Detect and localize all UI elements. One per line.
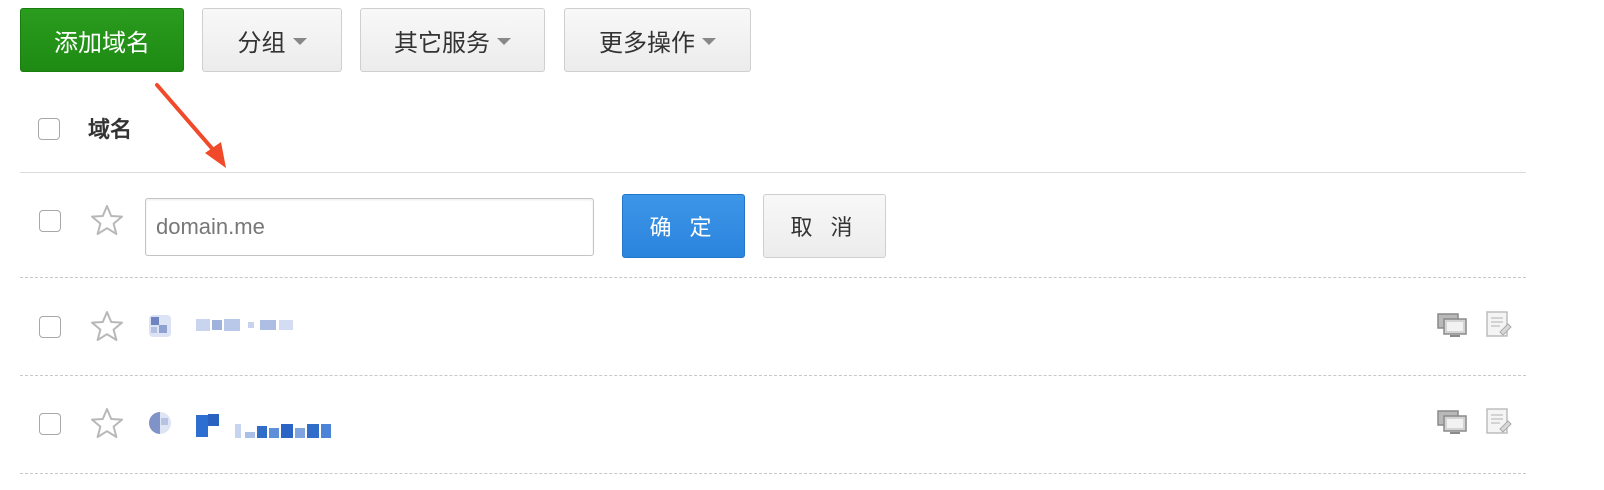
row-divider xyxy=(20,473,1526,474)
star-icon[interactable] xyxy=(90,204,124,236)
domain-name-masked[interactable] xyxy=(196,318,293,332)
more-actions-dropdown[interactable]: 更多操作 xyxy=(564,8,751,72)
confirm-label: 确 定 xyxy=(649,215,718,240)
more-actions-label: 更多操作 xyxy=(599,29,695,57)
row-checkbox[interactable] xyxy=(39,316,61,338)
star-icon[interactable] xyxy=(90,310,124,342)
chevron-down-icon xyxy=(497,38,511,45)
cancel-button[interactable]: 取 消 xyxy=(763,194,886,258)
row-checkbox[interactable] xyxy=(39,210,61,232)
monitor-icon[interactable] xyxy=(1436,408,1470,436)
domain-column-header: 域名 xyxy=(88,117,133,142)
domain-input[interactable] xyxy=(145,198,594,256)
add-domain-button[interactable]: 添加域名 xyxy=(20,8,184,72)
domain-status-icon xyxy=(149,315,171,337)
confirm-button[interactable]: 确 定 xyxy=(622,194,745,258)
annotation-arrow-icon xyxy=(155,83,226,168)
domain-status-icon xyxy=(149,412,171,434)
domain-name-masked[interactable] xyxy=(196,414,331,438)
domain-list-page: 添加域名 分组 其它服务 更多操作 域名 确 定 取 消 xyxy=(0,0,1604,490)
row-divider xyxy=(20,277,1526,278)
monitor-icon[interactable] xyxy=(1436,311,1470,339)
star-icon[interactable] xyxy=(90,407,124,439)
record-icon[interactable] xyxy=(1484,310,1518,338)
chevron-down-icon xyxy=(702,38,716,45)
record-icon[interactable] xyxy=(1484,407,1518,435)
group-label: 分组 xyxy=(237,29,286,57)
chevron-down-icon xyxy=(292,38,307,45)
row-checkbox[interactable] xyxy=(39,413,61,435)
cancel-label: 取 消 xyxy=(790,215,859,240)
other-services-label: 其它服务 xyxy=(394,29,490,57)
header-divider xyxy=(20,172,1526,173)
add-domain-label: 添加域名 xyxy=(54,29,150,57)
other-services-dropdown[interactable]: 其它服务 xyxy=(360,8,545,72)
group-dropdown[interactable]: 分组 xyxy=(202,8,342,72)
row-divider xyxy=(20,375,1526,376)
select-all-checkbox[interactable] xyxy=(38,118,60,140)
